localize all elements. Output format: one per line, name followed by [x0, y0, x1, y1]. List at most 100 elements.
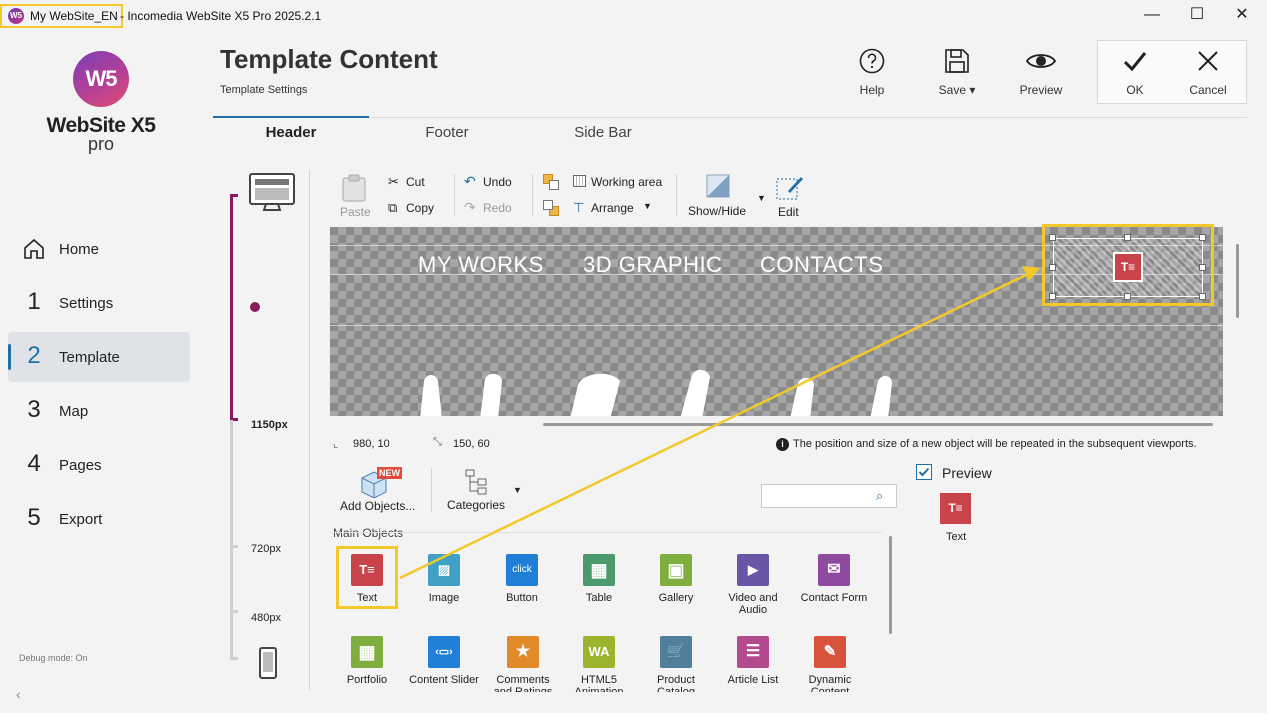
undo-label: Undo [483, 175, 512, 189]
close-window-button[interactable]: ✕ [1219, 0, 1265, 32]
mobile-viewport-icon[interactable] [258, 646, 278, 680]
help-label: Help [859, 83, 885, 97]
object-button[interactable]: click Button [486, 554, 558, 604]
object-article-list[interactable]: ☰ Article List [717, 636, 789, 686]
object-content-slider[interactable]: ‹▭› Content Slider [408, 636, 480, 686]
object-label: Button [506, 592, 538, 604]
object-html5-animation[interactable]: WA HTML5 Animation [563, 636, 635, 692]
contact-form-icon: ✉ [818, 554, 850, 586]
copy-button[interactable]: ⧉ Copy [388, 200, 448, 216]
arrange-button[interactable]: ⊤ Arrange ▼ [573, 200, 668, 216]
nav-number: 1 [27, 288, 41, 315]
nav-label-export: Export [59, 511, 103, 528]
breakpoint-mobile-label[interactable]: 480px [251, 612, 281, 624]
nav-label-map: Map [59, 403, 89, 420]
working-area-button[interactable]: Working area [573, 174, 668, 190]
search-icon: ⌕ [876, 488, 884, 503]
undo-button[interactable]: ↶ Undo [464, 173, 524, 190]
edit-button[interactable]: Edit [774, 172, 806, 220]
preview-button[interactable]: Preview [1011, 46, 1071, 102]
inactive-breakpoint-range [230, 420, 233, 660]
undo-icon: ↶ [464, 173, 476, 189]
object-label: Portfolio [346, 674, 388, 686]
breakpoint-tablet-label[interactable]: 720px [251, 543, 281, 555]
cancel-button[interactable]: Cancel [1178, 46, 1238, 102]
object-label: Video and Audio [728, 592, 778, 616]
gallery-icon: ▣ [660, 554, 692, 586]
breakpoint-tick [230, 194, 238, 197]
info-message: The position and size of a new object wi… [793, 438, 1197, 450]
preview-checkbox[interactable] [916, 464, 932, 480]
toolbar-separator [676, 174, 677, 216]
object-table[interactable]: ▦ Table [563, 554, 635, 604]
nav-item-template[interactable]: 2 Template [8, 332, 190, 382]
tab-footer[interactable]: Footer [369, 124, 525, 148]
minimize-button[interactable]: — [1129, 0, 1175, 32]
nav-item-home[interactable]: Home [8, 224, 190, 274]
nav-number: 3 [27, 396, 41, 423]
breakpoint-desktop-label[interactable]: 1150px [251, 419, 288, 431]
chevron-down-icon: ▼ [757, 193, 766, 203]
object-gallery[interactable]: ▣ Gallery [640, 554, 712, 604]
horizontal-scrollbar[interactable] [543, 423, 1213, 426]
image-icon: ▨ [428, 554, 460, 586]
eye-icon [1026, 54, 1056, 68]
save-button[interactable]: Save ▾ [927, 46, 987, 102]
breakpoint-handle[interactable] [250, 302, 260, 312]
page-subtitle: Template Settings [220, 84, 308, 96]
collapse-sidebar-button[interactable]: ‹ [16, 686, 21, 702]
bring-forward-icon[interactable] [543, 174, 559, 190]
desktop-viewport-icon[interactable] [248, 172, 296, 212]
help-button[interactable]: Help [842, 46, 902, 102]
object-dynamic-content[interactable]: ✎ Dynamic Content [794, 636, 866, 692]
nav-label-pages: Pages [59, 457, 102, 474]
ruler-separator [309, 170, 310, 690]
nav-label-home: Home [59, 241, 100, 258]
paste-button[interactable]: Paste [338, 172, 372, 220]
maximize-button[interactable]: ☐ [1174, 0, 1220, 32]
cut-label: Cut [406, 175, 425, 189]
logo-edition: pro [87, 134, 114, 154]
cut-button[interactable]: ✂ Cut [388, 174, 448, 190]
preview-checkbox-label: Preview [942, 465, 992, 481]
objects-section-title: Main Objects [333, 526, 404, 540]
ok-button[interactable]: OK [1105, 46, 1165, 102]
page-title: Template Content [220, 44, 438, 74]
nav-item-pages[interactable]: 4 Pages [8, 440, 190, 490]
html5-icon: WA [583, 636, 615, 668]
nav-item-map[interactable]: 3 Map [8, 386, 190, 436]
nav-item-settings[interactable]: 1 Settings [8, 278, 190, 328]
breakpoint-tick [230, 545, 238, 548]
object-label: Contact Form [800, 592, 868, 604]
object-label: Table [585, 592, 613, 604]
tab-side-bar[interactable]: Side Bar [525, 124, 681, 148]
redo-button[interactable]: ↷ Redo [464, 199, 524, 216]
add-objects-button[interactable]: NEW Add Objects... [338, 466, 418, 514]
categories-button[interactable]: Categories ▼ [444, 466, 524, 514]
send-backward-icon[interactable] [543, 200, 559, 216]
size-icon: ⤡ [433, 436, 442, 448]
toolbar-separator [431, 468, 432, 512]
checkmark-icon [918, 467, 930, 477]
object-portfolio[interactable]: ▦ Portfolio [331, 636, 403, 686]
object-image[interactable]: ▨ Image [408, 554, 480, 604]
preview-label: Preview [1019, 83, 1063, 97]
slider-icon: ‹▭› [428, 636, 460, 668]
search-input[interactable]: ⌕ [761, 484, 897, 508]
show-hide-icon [706, 174, 730, 198]
show-hide-button[interactable]: Show/Hide ▼ [686, 172, 766, 220]
object-product-catalog[interactable]: 🛒 Product Catalog [640, 636, 712, 692]
toolbar-separator [532, 174, 533, 216]
vertical-scrollbar[interactable] [1236, 244, 1239, 318]
object-contact-form[interactable]: ✉ Contact Form [794, 554, 874, 604]
active-tab-indicator [213, 116, 369, 118]
object-comments-ratings[interactable]: ★ Comments and Ratings [486, 636, 560, 692]
edit-icon [776, 177, 803, 200]
tab-header[interactable]: Header [213, 124, 369, 148]
highlight-box [1042, 224, 1214, 306]
copy-icon: ⧉ [388, 200, 398, 215]
active-breakpoint-range [230, 195, 233, 420]
nav-item-export[interactable]: 5 Export [8, 494, 190, 544]
show-hide-label: Show/Hide [688, 204, 747, 218]
object-video-audio[interactable]: ▶ Video and Audio [717, 554, 789, 616]
